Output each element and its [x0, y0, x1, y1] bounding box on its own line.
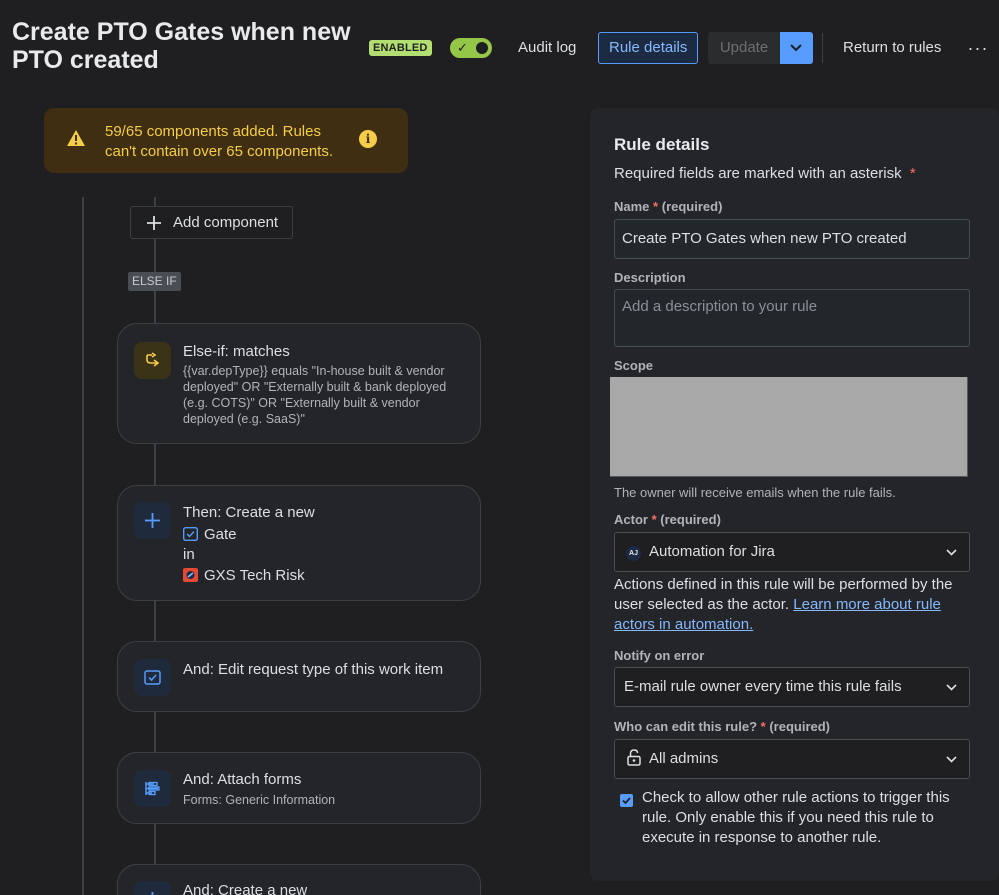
description-field[interactable]: Add a description to your rule	[614, 289, 970, 347]
actor-select[interactable]: AJ Automation for Jira	[614, 532, 970, 572]
gate-type-icon	[183, 527, 198, 541]
update-button[interactable]: Update	[708, 32, 780, 64]
plus-icon	[134, 502, 171, 539]
chevron-down-icon	[946, 549, 957, 556]
branch-icon	[134, 342, 171, 379]
required-note-text: Required fields are marked with an aster…	[614, 165, 902, 182]
warning-icon	[67, 130, 85, 146]
warning-text: 59/65 components added. Rules can't cont…	[105, 123, 334, 160]
work-type-label: Gate	[204, 526, 237, 543]
page-title: Create PTO Gates when new PTO created	[12, 18, 351, 74]
status-badge: ENABLED	[369, 40, 432, 56]
notify-select[interactable]: E-mail rule owner every time this rule f…	[614, 667, 970, 707]
required-suffix: (required)	[660, 512, 721, 527]
who-edit-label: Who can edit this rule? * (required)	[614, 719, 830, 734]
card-title: And: Create a new	[183, 882, 308, 895]
form-icon	[134, 770, 171, 807]
attach-forms-card[interactable]: And: Attach forms Forms: Generic Informa…	[117, 752, 481, 824]
update-options-button[interactable]	[780, 32, 813, 64]
card-title: Then: Create a new	[183, 504, 315, 521]
check-icon	[622, 797, 631, 805]
create-gate-action-card[interactable]: Then: Create a new Gate in GXS Tech Risk	[117, 485, 481, 601]
toggle-knob	[476, 42, 488, 54]
actor-help: Actions defined in this rule will be per…	[614, 575, 974, 635]
work-type-value: Gate	[183, 526, 237, 543]
else-if-tag: ELSE IF	[128, 272, 181, 291]
panel-heading: Rule details	[614, 135, 710, 154]
asterisk: *	[909, 165, 916, 182]
allow-trigger-label[interactable]: Check to allow other rule actions to tri…	[642, 788, 982, 848]
request-type-icon	[134, 659, 171, 696]
project-icon	[183, 568, 198, 582]
who-can-edit-select[interactable]: All admins	[614, 739, 970, 779]
add-component-button[interactable]: Add component	[130, 206, 293, 239]
header-divider	[822, 33, 823, 63]
unlock-icon	[627, 749, 641, 766]
allow-trigger-checkbox[interactable]	[620, 794, 633, 807]
actor-avatar: AJ	[626, 546, 641, 561]
branch-connector-line	[82, 197, 84, 895]
scope-field-redacted[interactable]	[610, 377, 968, 477]
return-to-rules-button[interactable]: Return to rules	[833, 32, 951, 64]
actor-label-text: Actor	[614, 512, 648, 527]
name-field[interactable]: Create PTO Gates when new PTO created	[614, 219, 970, 259]
notify-label: Notify on error	[614, 648, 705, 663]
required-suffix: (required)	[661, 199, 723, 214]
card-title: Else-if: matches	[183, 343, 290, 360]
rule-details-button[interactable]: Rule details	[598, 32, 699, 64]
add-component-label: Add component	[173, 214, 279, 231]
check-icon: ✓	[457, 40, 468, 55]
audit-log-button[interactable]: Audit log	[508, 32, 586, 64]
card-title: And: Edit request type of this work item	[183, 661, 444, 678]
name-label: Name * (required)	[614, 199, 722, 214]
required-note: Required fields are marked with an aster…	[614, 165, 916, 182]
card-subtitle: Forms: Generic Information	[183, 793, 336, 807]
asterisk: *	[651, 512, 657, 527]
asterisk: *	[653, 199, 659, 214]
create-new-action-card[interactable]: And: Create a new	[117, 864, 481, 895]
who-edit-value: All admins	[649, 750, 719, 767]
component-limit-warning: 59/65 components added. Rules can't cont…	[44, 108, 408, 173]
chevron-down-icon	[790, 44, 802, 52]
card-subtitle: {{var.depType}} equals "In-house built &…	[183, 364, 447, 426]
rule-enabled-toggle[interactable]: ✓	[450, 38, 492, 58]
actor-label: Actor * (required)	[614, 512, 721, 527]
chevron-down-icon	[946, 684, 957, 691]
required-suffix: (required)	[769, 719, 830, 734]
description-label: Description	[614, 270, 686, 285]
scope-label: Scope	[614, 358, 654, 373]
owner-help-text: The owner will receive emails when the r…	[614, 485, 896, 500]
rule-details-panel: Rule details Required fields are marked …	[590, 108, 999, 881]
card-in-label: in	[183, 546, 195, 563]
asterisk: *	[760, 719, 766, 734]
who-edit-label-text: Who can edit this rule?	[614, 719, 758, 734]
name-label-text: Name	[614, 199, 650, 214]
plus-icon	[134, 881, 171, 895]
info-icon[interactable]: i	[359, 130, 377, 148]
project-value: GXS Tech Risk	[183, 567, 305, 584]
more-actions-button[interactable]: ···	[962, 32, 994, 64]
edit-request-type-card[interactable]: And: Edit request type of this work item	[117, 641, 481, 712]
description-placeholder: Add a description to your rule	[622, 298, 818, 315]
project-label: GXS Tech Risk	[204, 567, 305, 584]
actor-value: Automation for Jira	[649, 543, 775, 560]
plus-icon	[147, 216, 161, 230]
chevron-down-icon	[946, 756, 957, 763]
notify-value: E-mail rule owner every time this rule f…	[624, 678, 902, 695]
else-if-condition-card[interactable]: Else-if: matches {{var.depType}} equals …	[117, 323, 481, 444]
card-title: And: Attach forms	[183, 771, 302, 788]
